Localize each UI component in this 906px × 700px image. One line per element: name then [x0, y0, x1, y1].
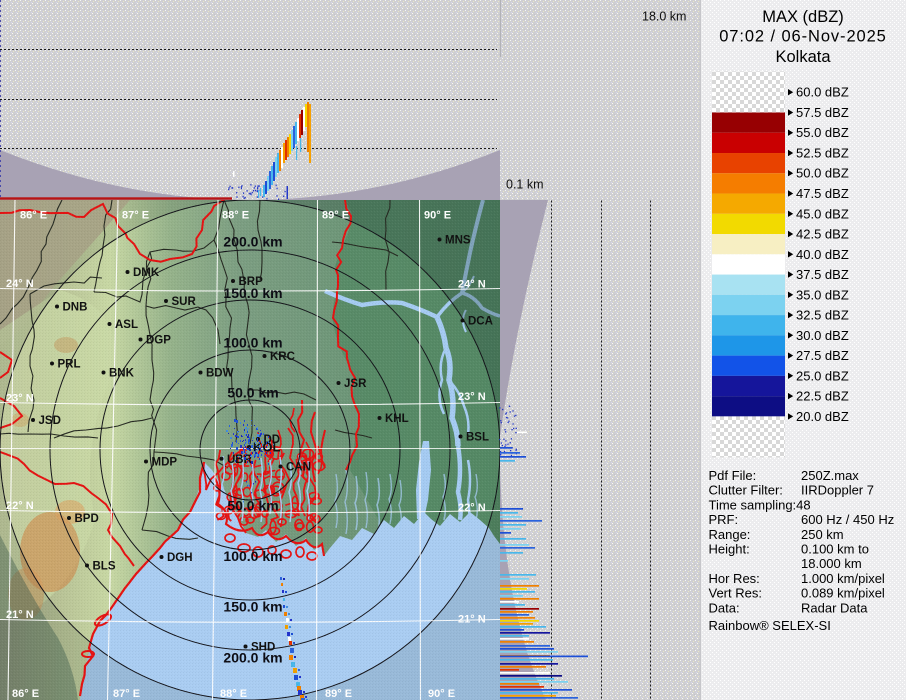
- svg-text:IIRDoppler 7: IIRDoppler 7: [801, 483, 874, 498]
- svg-text:47.5 dBZ: 47.5 dBZ: [796, 186, 849, 201]
- svg-text:45.0 dBZ: 45.0 dBZ: [796, 206, 849, 221]
- svg-text:Kolkata: Kolkata: [775, 48, 831, 66]
- svg-text:Vert Res:: Vert Res:: [709, 586, 762, 601]
- svg-text:18.000 km: 18.000 km: [801, 556, 862, 571]
- svg-text:250 km: 250 km: [801, 527, 844, 542]
- svg-text:55.0 dBZ: 55.0 dBZ: [796, 125, 849, 140]
- svg-text:Height:: Height:: [709, 542, 750, 557]
- svg-text:Data:: Data:: [709, 600, 740, 615]
- svg-text:0.1 km: 0.1 km: [506, 178, 544, 192]
- svg-text:22.5 dBZ: 22.5 dBZ: [796, 389, 849, 404]
- svg-text:Hor Res:: Hor Res:: [709, 571, 760, 586]
- svg-text:Radar Data: Radar Data: [801, 600, 868, 615]
- svg-text:MAX (dBZ): MAX (dBZ): [762, 8, 844, 26]
- svg-text:Time sampling:48: Time sampling:48: [709, 497, 811, 512]
- svg-text:20.0 dBZ: 20.0 dBZ: [796, 409, 849, 424]
- svg-text:Rainbow® SELEX-SI: Rainbow® SELEX-SI: [709, 618, 831, 633]
- svg-text:600 Hz / 450 Hz: 600 Hz / 450 Hz: [801, 512, 894, 527]
- svg-text:50.0 dBZ: 50.0 dBZ: [796, 166, 849, 181]
- svg-text:PRF:: PRF:: [709, 512, 739, 527]
- svg-text:250Z.max: 250Z.max: [801, 468, 859, 483]
- svg-text:27.5 dBZ: 27.5 dBZ: [796, 348, 849, 363]
- svg-text:57.5 dBZ: 57.5 dBZ: [796, 105, 849, 120]
- svg-text:18.0 km: 18.0 km: [642, 10, 686, 24]
- svg-text:35.0 dBZ: 35.0 dBZ: [796, 287, 849, 302]
- svg-text:37.5 dBZ: 37.5 dBZ: [796, 267, 849, 282]
- svg-text:0.089 km/pixel: 0.089 km/pixel: [801, 586, 885, 601]
- svg-text:Range:: Range:: [709, 527, 751, 542]
- svg-text:25.0 dBZ: 25.0 dBZ: [796, 368, 849, 383]
- svg-text:Clutter Filter:: Clutter Filter:: [709, 483, 783, 498]
- svg-text:1.000 km/pixel: 1.000 km/pixel: [801, 571, 885, 586]
- svg-text:42.5 dBZ: 42.5 dBZ: [796, 227, 849, 242]
- svg-text:32.5 dBZ: 32.5 dBZ: [796, 308, 849, 323]
- svg-text:52.5 dBZ: 52.5 dBZ: [796, 145, 849, 160]
- svg-text:60.0 dBZ: 60.0 dBZ: [796, 85, 849, 100]
- svg-text:0.100 km to: 0.100 km to: [801, 542, 869, 557]
- svg-text:30.0 dBZ: 30.0 dBZ: [796, 328, 849, 343]
- svg-text:07:02 / 06-Nov-2025: 07:02 / 06-Nov-2025: [719, 28, 887, 46]
- svg-text:40.0 dBZ: 40.0 dBZ: [796, 247, 849, 262]
- svg-text:Pdf File:: Pdf File:: [709, 468, 757, 483]
